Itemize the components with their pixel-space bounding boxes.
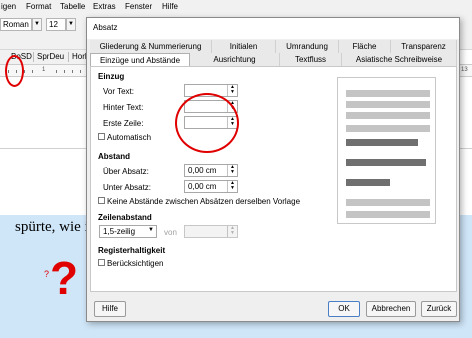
- tab-panel: Einzug Vor Text: ▲ ▼ Hinter Text: ▲ ▼ Erst…: [90, 66, 457, 292]
- hinter-text-label: Hinter Text:: [103, 103, 144, 112]
- chevron-down-icon: ▼: [148, 227, 154, 233]
- spin-arrows-icon[interactable]: ▲ ▼: [227, 226, 237, 237]
- vor-text-label: Vor Text:: [103, 87, 134, 96]
- tabs-row-top: Gliederung & Nummerierung Initialen Umra…: [87, 40, 459, 53]
- menu-item-format[interactable]: Format: [26, 2, 51, 11]
- preview-line: [346, 112, 430, 119]
- chevron-down-icon[interactable]: ▼: [66, 18, 76, 31]
- automatisch-checkbox[interactable]: Automatisch: [98, 133, 151, 142]
- red-annotation-oval: [175, 93, 239, 153]
- help-button[interactable]: Hilfe: [94, 301, 126, 317]
- ok-button[interactable]: OK: [328, 301, 360, 317]
- preview-line: [346, 101, 430, 108]
- preview-line: [346, 90, 430, 97]
- von-label: von: [164, 228, 177, 237]
- von-field[interactable]: ▲ ▼: [184, 225, 238, 238]
- menu-item-fenster[interactable]: Fenster: [125, 2, 152, 11]
- menu-item-extras[interactable]: Extras: [93, 2, 116, 11]
- toolbar-separator: [33, 52, 34, 62]
- unter-absatz-field[interactable]: 0,00 cm ▲ ▼: [184, 180, 238, 193]
- tab-textfluss[interactable]: Textfluss: [280, 53, 342, 66]
- unter-absatz-label: Unter Absatz:: [103, 183, 152, 192]
- beruecksichtigen-checkbox[interactable]: Berücksichtigen: [98, 259, 163, 268]
- tab-gliederung[interactable]: Gliederung & Nummerierung: [90, 40, 212, 53]
- erste-zeile-label: Erste Zeile:: [103, 119, 144, 128]
- question-mark-annotation: ?: [50, 252, 79, 304]
- spin-arrows-icon[interactable]: ▲ ▼: [227, 165, 237, 176]
- ruler-number: 1: [42, 67, 46, 73]
- zeilenabstand-select[interactable]: 1,5-zeilig ▼: [99, 225, 157, 238]
- font-size-input[interactable]: 12: [46, 18, 66, 31]
- section-abstand: Abstand: [98, 152, 130, 161]
- red-annotation-oval-small: [5, 55, 24, 87]
- section-zeilenabstand: Zeilenabstand: [98, 213, 152, 222]
- preview-line-active: [346, 159, 426, 166]
- preview-line: [346, 211, 430, 218]
- checkbox-icon[interactable]: [98, 197, 105, 205]
- question-mark-small: ?: [44, 269, 50, 279]
- tab-einzuege-abstaende[interactable]: Einzüge und Abstände: [90, 53, 190, 66]
- tab-flaeche[interactable]: Fläche: [339, 40, 391, 53]
- spin-arrows-icon[interactable]: ▲ ▼: [227, 181, 237, 192]
- tab-umrandung[interactable]: Umrandung: [276, 40, 339, 53]
- menubar: igen Format Tabelle Extras Fenster Hilfe: [0, 0, 472, 14]
- paragraph-preview: [337, 77, 436, 224]
- checkbox-icon[interactable]: [98, 133, 105, 141]
- cancel-button[interactable]: Abbrechen: [366, 301, 416, 317]
- ueber-absatz-value: 0,00 cm: [188, 166, 217, 175]
- section-registerhaltigkeit: Registerhaltigkeit: [98, 246, 166, 255]
- dialog-title: Absatz: [93, 23, 118, 32]
- ueber-absatz-field[interactable]: 0,00 cm ▲ ▼: [184, 164, 238, 177]
- ueber-absatz-label: Über Absatz:: [103, 167, 149, 176]
- preview-line: [346, 125, 430, 132]
- preview-line-active: [346, 139, 418, 146]
- style-sprdeu[interactable]: SprDeu: [37, 52, 64, 61]
- font-name-input[interactable]: Roman: [0, 18, 32, 31]
- checkbox-icon[interactable]: [98, 259, 105, 267]
- keine-abstaende-label: Keine Abstände zwischen Absätzen derselb…: [107, 197, 301, 206]
- paragraph-dialog: Absatz Gliederung & Nummerierung Initial…: [86, 17, 460, 322]
- tab-ausrichtung[interactable]: Ausrichtung: [190, 53, 280, 66]
- beruecksichtigen-label: Berücksichtigen: [107, 259, 164, 268]
- preview-line: [346, 199, 430, 206]
- keine-abstaende-checkbox[interactable]: Keine Abstände zwischen Absätzen derselb…: [98, 197, 300, 206]
- chevron-down-icon[interactable]: ▼: [32, 18, 42, 31]
- reset-button[interactable]: Zurück: [421, 301, 457, 317]
- menu-item-hilfe[interactable]: Hilfe: [162, 2, 178, 11]
- preview-line-active: [346, 179, 390, 186]
- toolbar-separator: [68, 52, 69, 62]
- ruler-number: 13: [461, 67, 468, 73]
- tab-initialen[interactable]: Initialen: [212, 40, 276, 53]
- spin-arrows-icon[interactable]: ▲ ▼: [227, 85, 237, 96]
- automatisch-label: Automatisch: [107, 133, 152, 142]
- unter-absatz-value: 0,00 cm: [188, 182, 217, 191]
- section-einzug: Einzug: [98, 72, 125, 81]
- style-horl[interactable]: Horl: [72, 52, 87, 61]
- tab-asiatische-schreibweise[interactable]: Asiatische Schreibweise: [342, 53, 457, 66]
- document-text[interactable]: spürte, wie i: [15, 219, 89, 236]
- tabs-row-bottom: Einzüge und Abstände Ausrichtung Textflu…: [87, 53, 459, 66]
- zeilenabstand-value: 1,5-zeilig: [103, 227, 136, 236]
- dialog-titlebar[interactable]: Absatz: [87, 18, 459, 39]
- menu-item-einfuegen[interactable]: igen: [1, 2, 16, 11]
- menu-item-tabelle[interactable]: Tabelle: [60, 2, 85, 11]
- tab-transparenz[interactable]: Transparenz: [391, 40, 457, 53]
